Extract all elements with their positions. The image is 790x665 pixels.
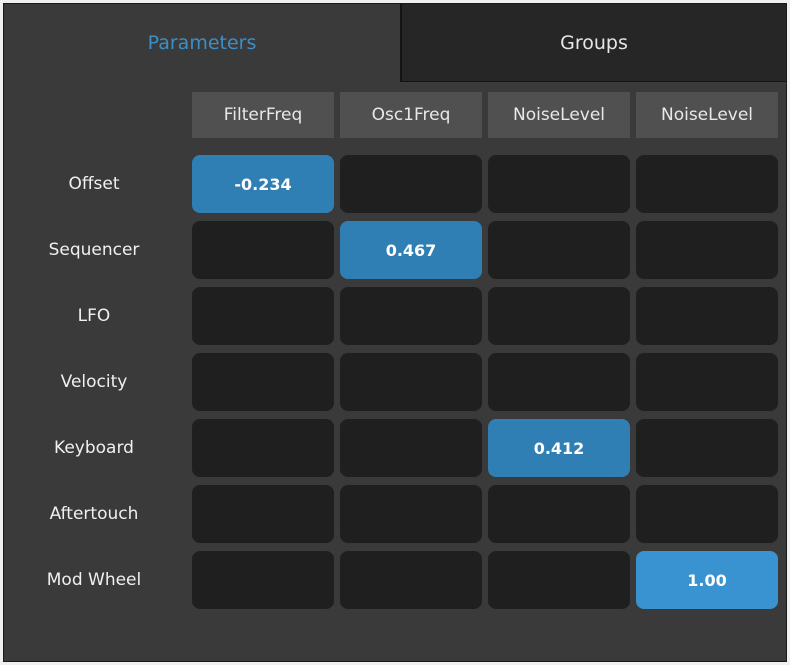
matrix-cell-velocity-noiselevel-2[interactable] xyxy=(636,353,778,411)
matrix-cell-lfo-noiselevel-2[interactable] xyxy=(636,287,778,345)
tab-parameters[interactable]: Parameters xyxy=(4,4,400,82)
modulation-matrix-panel: Parameters Groups FilterFreq Osc1Freq No… xyxy=(3,3,787,662)
matrix-cell-velocity-noiselevel[interactable] xyxy=(488,353,630,411)
matrix-cell-aftertouch-noiselevel-2[interactable] xyxy=(636,485,778,543)
row-label-sequencer: Sequencer xyxy=(48,240,140,260)
matrix-cell-mod-wheel-noiselevel[interactable] xyxy=(488,551,630,609)
row-label-aftertouch: Aftertouch xyxy=(49,504,139,524)
row-label-lfo: LFO xyxy=(77,306,111,326)
matrix-cell-sequencer-osc1freq[interactable]: 0.467 xyxy=(340,221,482,279)
row-label-mod-wheel: Mod Wheel xyxy=(46,570,142,590)
matrix-cell-lfo-filterfreq[interactable] xyxy=(192,287,334,345)
tab-bar: Parameters Groups xyxy=(4,4,786,82)
matrix-cell-sequencer-filterfreq[interactable] xyxy=(192,221,334,279)
matrix-cell-mod-wheel-filterfreq[interactable] xyxy=(192,551,334,609)
matrix-cell-mod-wheel-noiselevel-2[interactable]: 1.00 xyxy=(636,551,778,609)
matrix-cell-keyboard-osc1freq[interactable] xyxy=(340,419,482,477)
matrix-cell-aftertouch-filterfreq[interactable] xyxy=(192,485,334,543)
matrix-cell-lfo-osc1freq[interactable] xyxy=(340,287,482,345)
matrix-cell-offset-noiselevel-2[interactable] xyxy=(636,155,778,213)
matrix-cell-sequencer-noiselevel-2[interactable] xyxy=(636,221,778,279)
column-header-filterfreq: FilterFreq xyxy=(192,92,334,138)
matrix-cell-velocity-osc1freq[interactable] xyxy=(340,353,482,411)
matrix-cell-offset-osc1freq[interactable] xyxy=(340,155,482,213)
matrix-cell-lfo-noiselevel[interactable] xyxy=(488,287,630,345)
matrix-cell-keyboard-filterfreq[interactable] xyxy=(192,419,334,477)
column-header-osc1freq: Osc1Freq xyxy=(340,92,482,138)
matrix-cell-offset-filterfreq[interactable]: -0.234 xyxy=(192,155,334,213)
matrix-cell-offset-noiselevel[interactable] xyxy=(488,155,630,213)
column-header-noiselevel-2: NoiseLevel xyxy=(636,92,778,138)
matrix-cell-aftertouch-noiselevel[interactable] xyxy=(488,485,630,543)
matrix-cell-aftertouch-osc1freq[interactable] xyxy=(340,485,482,543)
row-label-offset: Offset xyxy=(68,174,120,194)
row-label-velocity: Velocity xyxy=(60,372,128,392)
matrix-cell-mod-wheel-osc1freq[interactable] xyxy=(340,551,482,609)
matrix-cell-keyboard-noiselevel-2[interactable] xyxy=(636,419,778,477)
row-label-keyboard: Keyboard xyxy=(54,438,134,458)
column-header-noiselevel: NoiseLevel xyxy=(488,92,630,138)
matrix-cell-keyboard-noiselevel[interactable]: 0.412 xyxy=(488,419,630,477)
matrix-cell-velocity-filterfreq[interactable] xyxy=(192,353,334,411)
tab-groups[interactable]: Groups xyxy=(400,4,786,82)
matrix-cell-sequencer-noiselevel[interactable] xyxy=(488,221,630,279)
